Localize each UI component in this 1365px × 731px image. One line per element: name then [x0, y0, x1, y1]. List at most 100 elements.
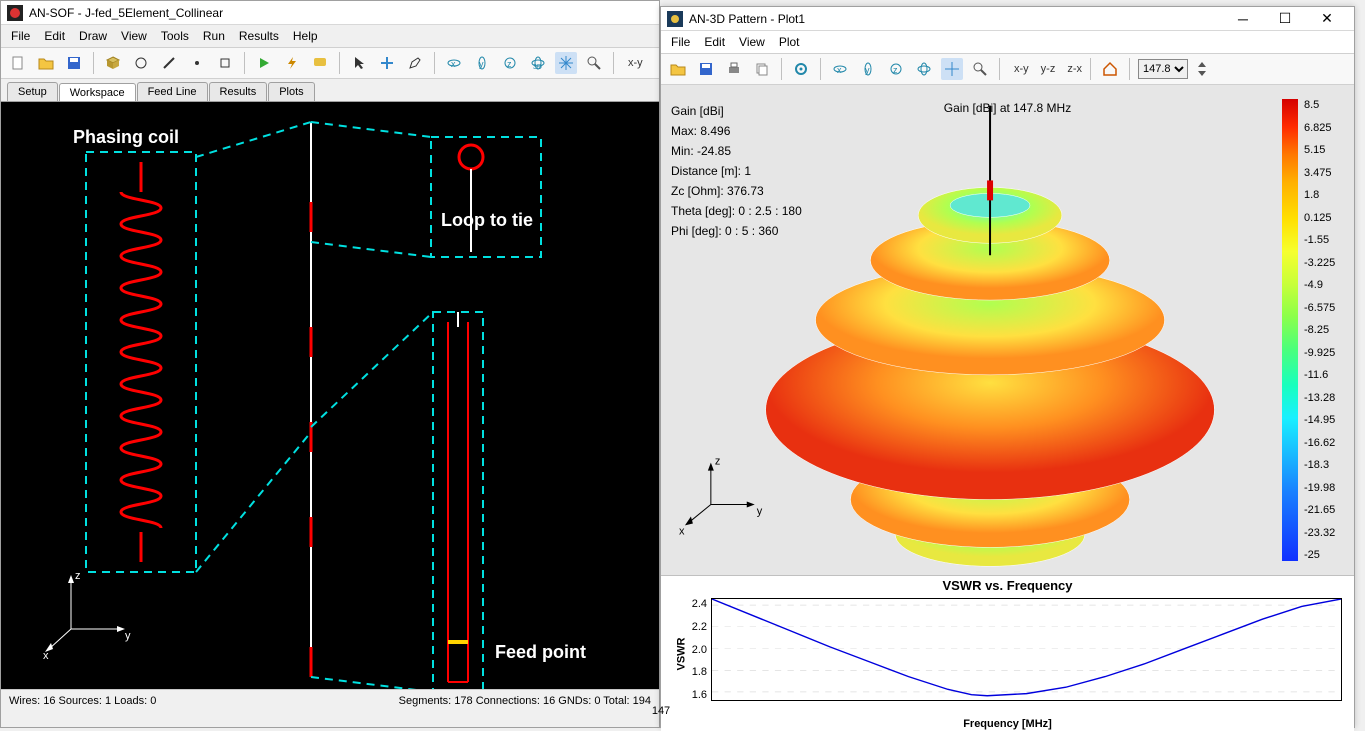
pan-icon[interactable] — [555, 52, 577, 74]
tab-plots[interactable]: Plots — [268, 82, 314, 101]
pmenu-plot[interactable]: Plot — [779, 35, 800, 49]
view-zx-btn[interactable]: z-x — [1067, 63, 1082, 75]
svg-text:x: x — [837, 65, 842, 75]
pattern-plot-title: Gain [dBi] at 147.8 MHz — [944, 101, 1071, 115]
view-yz-btn[interactable]: y-z — [1041, 63, 1056, 75]
separator — [781, 58, 782, 80]
pmenu-file[interactable]: File — [671, 35, 690, 49]
open-icon[interactable] — [667, 58, 689, 80]
tab-workspace[interactable]: Workspace — [59, 83, 136, 102]
svg-text:x: x — [43, 650, 49, 659]
freq-stepper-icon[interactable] — [1194, 58, 1210, 80]
settings-gear-icon[interactable] — [790, 58, 812, 80]
info-min: Min: -24.85 — [671, 141, 802, 161]
svg-text:z: z — [507, 59, 512, 69]
separator — [244, 52, 245, 74]
open-file-icon[interactable] — [35, 52, 57, 74]
main-statusbar: Wires: 16 Sources: 1 Loads: 0 Segments: … — [1, 689, 659, 711]
pattern-3d-canvas[interactable]: Gain [dBi] at 147.8 MHz Gain [dBi] Max: … — [661, 85, 1354, 575]
pattern-title-text: AN-3D Pattern - Plot1 — [689, 12, 805, 26]
annot-phasing-coil: Phasing coil — [73, 127, 179, 148]
move-icon[interactable] — [376, 52, 398, 74]
main-title-bar[interactable]: AN-SOF - J-fed_5Element_Collinear — [1, 1, 659, 25]
separator — [820, 58, 821, 80]
pattern-window: AN-3D Pattern - Plot1 ─ ☐ ✕ File Edit Vi… — [660, 6, 1355, 728]
menu-tools[interactable]: Tools — [161, 29, 189, 43]
info-phi: Phi [deg]: 0 : 5 : 360 — [671, 221, 802, 241]
frequency-select[interactable]: 147.8 — [1138, 59, 1188, 79]
new-file-icon[interactable] — [7, 52, 29, 74]
lightning-icon[interactable] — [281, 52, 303, 74]
chart-xlabel: Frequency [MHz] — [963, 718, 1052, 730]
main-tabs: Setup Workspace Feed Line Results Plots — [1, 79, 659, 101]
maximize-button[interactable]: ☐ — [1264, 7, 1306, 31]
separator — [613, 52, 614, 74]
chat-icon[interactable] — [309, 52, 331, 74]
zoom-icon[interactable] — [969, 58, 991, 80]
cube-icon[interactable] — [102, 52, 124, 74]
edit-icon[interactable] — [404, 52, 426, 74]
run-calc-icon[interactable] — [253, 52, 275, 74]
chart-yticks: 2.42.22.01.81.6 — [679, 598, 707, 701]
tool-icon-a[interactable] — [130, 52, 152, 74]
close-button[interactable]: ✕ — [1306, 7, 1348, 31]
pattern-title-bar[interactable]: AN-3D Pattern - Plot1 ─ ☐ ✕ — [661, 7, 1354, 31]
main-menubar: File Edit Draw View Tools Run Results He… — [1, 25, 659, 47]
svg-text:y: y — [125, 630, 131, 642]
rotate-3d-icon[interactable]: 3D — [527, 52, 549, 74]
pattern-menubar: File Edit View Plot — [661, 31, 1354, 53]
view-xy-btn[interactable]: x-y — [1014, 63, 1029, 75]
chart-title: VSWR vs. Frequency — [661, 576, 1354, 593]
colorbar: 8.56.8255.153.4751.80.125-1.55-3.225-4.9… — [1282, 99, 1340, 561]
axis-indicator-icon: z y x — [41, 569, 141, 659]
pan-icon[interactable] — [941, 58, 963, 80]
tool-icon-b[interactable] — [158, 52, 180, 74]
rotate-z-icon[interactable]: z — [885, 58, 907, 80]
menu-view[interactable]: View — [121, 29, 147, 43]
home-icon[interactable] — [1099, 58, 1121, 80]
tab-results[interactable]: Results — [209, 82, 268, 101]
pointer-icon[interactable] — [348, 52, 370, 74]
pmenu-view[interactable]: View — [739, 35, 765, 49]
rotate-z-icon[interactable]: z — [499, 52, 521, 74]
rotate-y-icon[interactable]: y — [471, 52, 493, 74]
svg-text:x: x — [451, 59, 456, 69]
tool-icon-c[interactable] — [186, 52, 208, 74]
view-xy-label[interactable]: x-y — [628, 57, 643, 69]
info-dist: Distance [m]: 1 — [671, 161, 802, 181]
rotate-y-icon[interactable]: y — [857, 58, 879, 80]
menu-draw[interactable]: Draw — [79, 29, 107, 43]
pattern-toolbar: x y z x-y y-z z-x 147.8 — [661, 53, 1354, 85]
separator — [1090, 58, 1091, 80]
separator — [434, 52, 435, 74]
minimize-button[interactable]: ─ — [1222, 7, 1264, 31]
print-icon[interactable] — [723, 58, 745, 80]
menu-help[interactable]: Help — [293, 29, 318, 43]
menu-file[interactable]: File — [11, 29, 30, 43]
save-icon[interactable] — [695, 58, 717, 80]
separator — [93, 52, 94, 74]
menu-results[interactable]: Results — [239, 29, 279, 43]
annot-feed-point: Feed point — [495, 642, 586, 663]
chart-svg — [712, 599, 1341, 700]
rotate-3d-icon[interactable] — [913, 58, 935, 80]
tab-setup[interactable]: Setup — [7, 82, 58, 101]
pmenu-edit[interactable]: Edit — [704, 35, 725, 49]
tool-icon-d[interactable] — [214, 52, 236, 74]
app-logo-icon — [7, 5, 23, 21]
workspace-canvas[interactable]: Phasing coil Loop to tie Feed point z y … — [1, 101, 659, 689]
chart-plot-area[interactable] — [711, 598, 1342, 701]
copy-icon[interactable] — [751, 58, 773, 80]
menu-edit[interactable]: Edit — [44, 29, 65, 43]
separator — [339, 52, 340, 74]
separator — [999, 58, 1000, 80]
info-theta: Theta [deg]: 0 : 2.5 : 180 — [671, 201, 802, 221]
rotate-x-icon[interactable]: x — [443, 52, 465, 74]
menu-run[interactable]: Run — [203, 29, 225, 43]
separator — [1129, 58, 1130, 80]
tab-feedline[interactable]: Feed Line — [137, 82, 208, 101]
rotate-x-icon[interactable]: x — [829, 58, 851, 80]
zoom-icon[interactable] — [583, 52, 605, 74]
save-icon[interactable] — [63, 52, 85, 74]
main-toolbar: x y z 3D x-y — [1, 47, 659, 79]
